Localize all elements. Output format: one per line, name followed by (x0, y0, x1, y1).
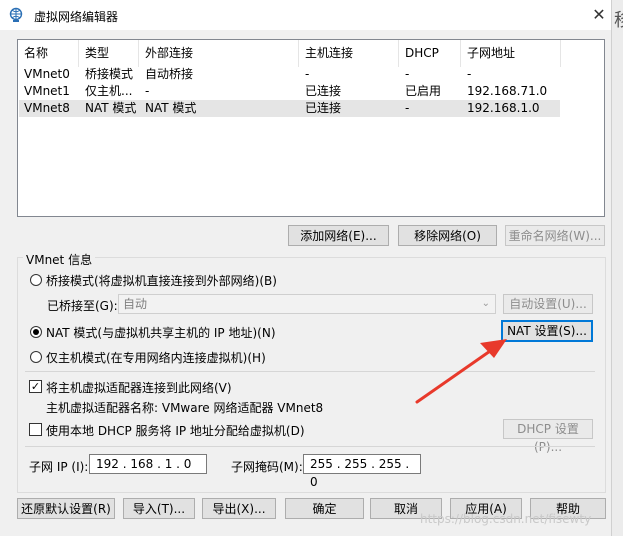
connect-adapter-label: 将主机虚拟适配器连接到此网络(V) (46, 381, 232, 395)
nat-mode-label: NAT 模式(与虚拟机共享主机的 IP 地址)(N) (46, 326, 276, 340)
column-header-host[interactable]: 主机连接 (299, 40, 399, 67)
background-window-edge: 移 (611, 0, 623, 536)
cell-external: 自动桥接 (145, 67, 194, 81)
bridged-mode-radio[interactable] (30, 274, 42, 286)
close-icon[interactable]: ✕ (588, 4, 610, 26)
nat-settings-button[interactable]: NAT 设置(S)... (501, 320, 593, 342)
adapter-name-text: 主机虚拟适配器名称: VMware 网络适配器 VMnet8 (46, 401, 324, 415)
cell-subnet: - (467, 67, 472, 81)
cell-host: 已连接 (305, 84, 342, 98)
cell-type: 仅主机... (85, 84, 133, 98)
title-bar: 虚拟网络编辑器 ✕ (0, 0, 611, 30)
chevron-down-icon: ⌄ (481, 298, 490, 309)
cell-dhcp: - (405, 67, 410, 81)
bridged-to-select[interactable]: 自动 ⌄ (118, 294, 496, 314)
connect-adapter-checkbox[interactable]: ✓ (29, 380, 42, 393)
bridged-to-label: 已桥接至(G): (47, 299, 118, 313)
network-globe-icon (9, 7, 23, 22)
divider (25, 371, 595, 372)
subnet-ip-label: 子网 IP (I): (29, 460, 89, 474)
cell-name: VMnet0 (24, 67, 70, 81)
column-header-name[interactable]: 名称 (18, 40, 79, 67)
dhcp-settings-button[interactable]: DHCP 设置(P)... (503, 419, 593, 454)
cell-dhcp: - (405, 101, 410, 115)
column-header-subnet[interactable]: 子网地址 (461, 40, 561, 67)
rename-network-button[interactable]: 重命名网络(W)... (505, 225, 605, 246)
window-title: 虚拟网络编辑器 (34, 10, 119, 24)
restore-defaults-button[interactable]: 还原默认设置(R) (17, 498, 115, 519)
subnet-mask-label: 子网掩码(M): (231, 460, 303, 474)
cell-host: - (305, 67, 310, 81)
background-window-text: 移 (614, 6, 623, 32)
cell-name: VMnet8 (24, 101, 70, 115)
cell-name: VMnet1 (24, 84, 70, 98)
bridged-to-value: 自动 (123, 297, 148, 311)
cell-type: 桥接模式 (85, 67, 134, 81)
network-list[interactable]: 名称 类型 外部连接 主机连接 DHCP 子网地址 VMnet0 桥接模式 自动… (17, 39, 605, 217)
column-header-type[interactable]: 类型 (79, 40, 139, 67)
subnet-ip-input[interactable]: 192 . 168 . 1 . 0 (89, 454, 207, 474)
cell-subnet: 192.168.1.0 (467, 101, 540, 115)
remove-network-button[interactable]: 移除网络(O) (398, 225, 497, 246)
host-only-radio[interactable] (30, 351, 42, 363)
cell-external: NAT 模式 (145, 101, 197, 115)
subnet-mask-input[interactable]: 255 . 255 . 255 . 0 (303, 454, 421, 489)
dhcp-checkbox[interactable] (29, 423, 42, 436)
watermark-text: https://blog.csdn.net/fisewty (420, 512, 592, 526)
nat-mode-radio[interactable] (30, 326, 42, 338)
cell-host: 已连接 (305, 101, 342, 115)
cell-dhcp: 已启用 (405, 84, 442, 98)
bridged-mode-label: 桥接模式(将虚拟机直接连接到外部网络)(B) (46, 274, 277, 288)
dhcp-label: 使用本地 DHCP 服务将 IP 地址分配给虚拟机(D) (46, 424, 305, 438)
column-header-external[interactable]: 外部连接 (139, 40, 299, 67)
column-header-dhcp[interactable]: DHCP (399, 40, 461, 67)
cell-subnet: 192.168.71.0 (467, 84, 548, 98)
cell-external: - (145, 84, 150, 98)
auto-settings-button[interactable]: 自动设置(U)... (503, 294, 593, 314)
ok-button[interactable]: 确定 (285, 498, 364, 519)
export-button[interactable]: 导出(X)... (202, 498, 276, 519)
divider (25, 446, 595, 447)
cell-type: NAT 模式 (85, 101, 137, 115)
add-network-button[interactable]: 添加网络(E)... (288, 225, 389, 246)
vmnet-info-title: VMnet 信息 (23, 251, 96, 268)
host-only-label: 仅主机模式(在专用网络内连接虚拟机)(H) (46, 351, 266, 365)
import-button[interactable]: 导入(T)... (123, 498, 195, 519)
